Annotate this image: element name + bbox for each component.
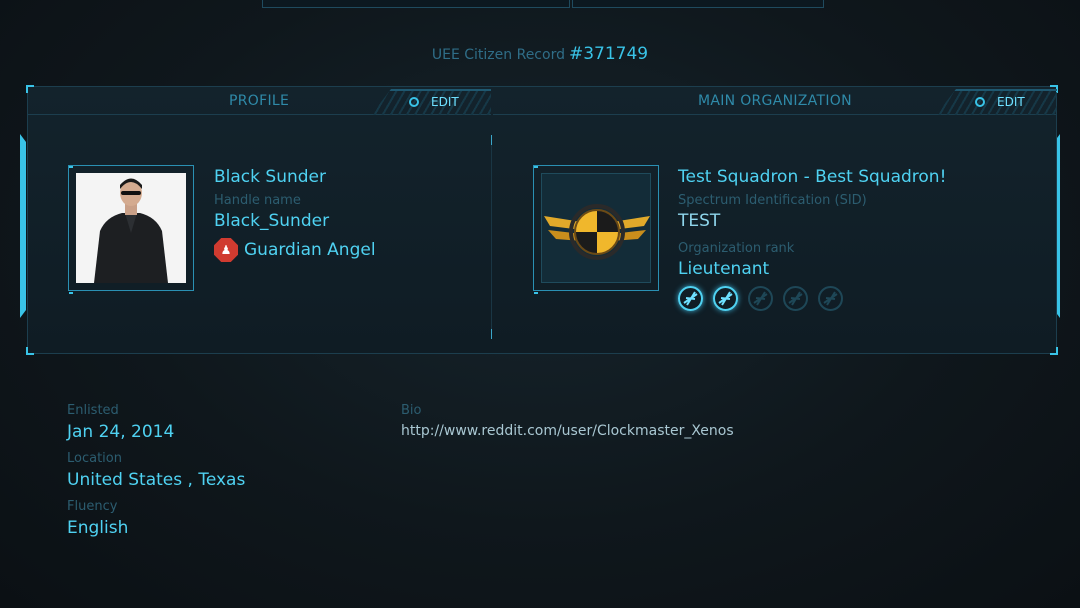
badge-label: Guardian Angel <box>244 240 376 260</box>
enlisted-value: Jan 24, 2014 <box>67 422 175 442</box>
guardian-angel-badge-icon: ♟ <box>214 238 238 262</box>
bio-label: Bio <box>401 403 422 418</box>
top-nav-tab-right <box>572 0 824 8</box>
bio-section: Bio http://www.reddit.com/user/Clockmast… <box>401 402 734 442</box>
rank-star-filled-icon <box>678 286 703 311</box>
profile-header-title: PROFILE <box>229 93 290 109</box>
left-side-accent <box>20 134 26 318</box>
organization-name[interactable]: Test Squadron - Best Squadron! <box>678 166 946 188</box>
rank-label: Organization rank <box>678 241 795 256</box>
profile-header: PROFILE EDIT <box>28 87 491 115</box>
citizen-record-number: #371749 <box>568 44 649 64</box>
rank-indicator <box>678 286 946 311</box>
citizen-record: UEE Citizen Record #371749 <box>0 44 1080 64</box>
organization-info: Test Squadron - Best Squadron! Spectrum … <box>678 166 946 311</box>
bio-link[interactable]: http://www.reddit.com/user/Clockmaster_X… <box>401 420 734 442</box>
avatar-frame <box>68 165 194 294</box>
location-label: Location <box>67 451 122 466</box>
organization-logo-frame <box>533 165 659 294</box>
enlisted-section: Enlisted Jan 24, 2014 <box>67 402 174 444</box>
sid-value: TEST <box>678 211 721 231</box>
circle-icon <box>409 97 419 107</box>
handle-value: Black_Sunder <box>214 211 330 231</box>
fluency-value: English <box>67 518 129 538</box>
sid-label: Spectrum Identification (SID) <box>678 193 867 208</box>
organization-edit-button[interactable]: EDIT <box>975 95 1025 109</box>
avatar <box>76 173 186 283</box>
citizen-record-label: UEE Citizen Record <box>431 47 565 63</box>
profile-edit-label: EDIT <box>431 95 459 109</box>
fluency-label: Fluency <box>67 499 118 514</box>
profile-panel: PROFILE EDIT MAIN ORGANIZATION EDIT Blac… <box>26 85 1058 355</box>
rank-star-filled-icon <box>713 286 738 311</box>
enlisted-label: Enlisted <box>67 403 119 418</box>
top-nav-tab-left <box>262 0 570 8</box>
profile-name: Black Sunder <box>214 167 326 187</box>
organization-header-title: MAIN ORGANIZATION <box>698 93 852 109</box>
avatar-portrait-icon <box>76 173 186 283</box>
test-squadron-logo-icon <box>544 204 650 260</box>
rank-star-empty-icon <box>748 286 773 311</box>
organization-logo[interactable] <box>541 173 651 283</box>
location-value: United States , Texas <box>67 470 246 490</box>
profile-badge: ♟ Guardian Angel <box>214 238 376 262</box>
rank-star-empty-icon <box>818 286 843 311</box>
fluency-section: Fluency English <box>67 498 128 540</box>
corner-br <box>1050 347 1058 355</box>
rank-value: Lieutenant <box>678 259 770 279</box>
location-section: Location United States , Texas <box>67 450 245 492</box>
circle-icon <box>975 97 985 107</box>
profile-info: Black Sunder Handle name Black_Sunder ♟ … <box>214 166 376 262</box>
organization-header: MAIN ORGANIZATION EDIT <box>493 87 1057 115</box>
handle-label: Handle name <box>214 193 301 208</box>
profile-edit-button[interactable]: EDIT <box>409 95 459 109</box>
corner-bl <box>26 347 34 355</box>
organization-edit-label: EDIT <box>997 95 1025 109</box>
panel-divider <box>491 135 492 339</box>
rank-star-empty-icon <box>783 286 808 311</box>
